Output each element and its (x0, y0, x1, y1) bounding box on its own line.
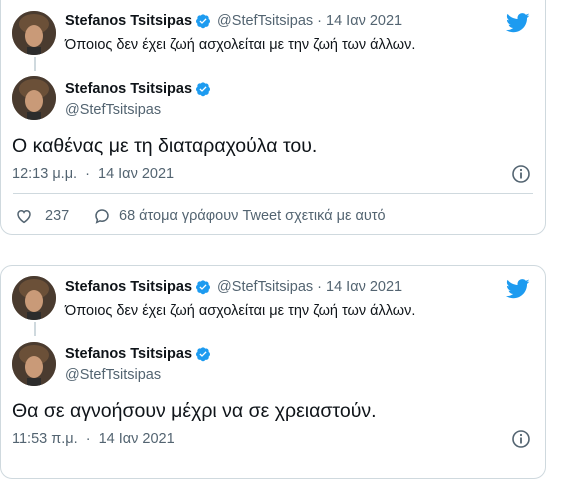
tweet-date[interactable]: 14 Ιαν 2021 (326, 279, 402, 295)
thread-line (34, 322, 36, 336)
avatar[interactable] (12, 276, 56, 320)
tweet-timestamp[interactable]: 12:13 μ.μ. · 14 Ιαν 2021 (12, 166, 174, 182)
tweet-date[interactable]: 14 Ιαν 2021 (326, 13, 402, 29)
tweet-text: Θα σε αγνοήσουν μέχρι να σε χρειαστούν. (12, 400, 377, 422)
quoted-tweet-header: Stefanos Tsitsipas @StefTsitsipas · 14 Ι… (65, 279, 402, 295)
author-name[interactable]: Stefanos Tsitsipas (65, 346, 192, 362)
verified-badge-icon (196, 280, 211, 295)
tweet-date[interactable]: 14 Ιαν 2021 (99, 431, 175, 447)
replies-label: 68 άτομα γράφουν Tweet σχετικά με αυτό (119, 208, 386, 224)
tweet-card-2[interactable]: Stefanos Tsitsipas @StefTsitsipas · 14 Ι… (0, 265, 546, 479)
like-count: 237 (45, 208, 70, 224)
tweet-date[interactable]: 14 Ιαν 2021 (98, 166, 174, 182)
thread-line (34, 57, 36, 71)
like-button[interactable]: 237 (15, 207, 69, 225)
info-icon[interactable] (511, 164, 531, 184)
avatar[interactable] (12, 76, 56, 120)
separator-dot: · (85, 431, 91, 447)
replies-link[interactable]: 68 άτομα γράφουν Tweet σχετικά με αυτό (93, 207, 386, 225)
twitter-bird-icon[interactable] (506, 13, 530, 33)
separator-dot: · (317, 279, 323, 295)
heart-icon (17, 209, 31, 224)
separator-dot: · (85, 166, 90, 182)
author-name[interactable]: Stefanos Tsitsipas (65, 279, 192, 295)
author-handle[interactable]: @StefTsitsipas (65, 102, 161, 118)
divider (13, 193, 533, 194)
author-name[interactable]: Stefanos Tsitsipas (65, 81, 192, 97)
author-handle[interactable]: @StefTsitsipas (217, 279, 313, 295)
tweet-time[interactable]: 11:53 π.μ. (12, 431, 78, 447)
quoted-tweet-header: Stefanos Tsitsipas @StefTsitsipas · 14 Ι… (65, 13, 402, 29)
author-row: Stefanos Tsitsipas (65, 346, 211, 362)
reply-icon (95, 209, 109, 224)
author-name[interactable]: Stefanos Tsitsipas (65, 13, 192, 29)
separator-dot: · (317, 13, 323, 29)
verified-badge-icon (196, 14, 211, 29)
quoted-tweet-text: Όποιος δεν έχει ζωή ασχολείται με την ζω… (65, 37, 416, 53)
tweet-card-1[interactable]: Stefanos Tsitsipas @StefTsitsipas · 14 Ι… (0, 0, 546, 235)
tweet-time[interactable]: 12:13 μ.μ. (12, 166, 77, 182)
info-icon[interactable] (511, 429, 531, 449)
tweet-timestamp[interactable]: 11:53 π.μ. · 14 Ιαν 2021 (12, 431, 175, 447)
author-handle[interactable]: @StefTsitsipas (65, 367, 161, 383)
avatar[interactable] (12, 342, 56, 386)
avatar[interactable] (12, 11, 56, 55)
twitter-bird-icon[interactable] (506, 279, 530, 299)
verified-badge-icon (196, 347, 211, 362)
tweet-text: Ο καθένας με τη διαταραχούλα του. (12, 135, 318, 157)
author-row: Stefanos Tsitsipas (65, 81, 211, 97)
verified-badge-icon (196, 82, 211, 97)
author-handle[interactable]: @StefTsitsipas (217, 13, 313, 29)
quoted-tweet-text: Όποιος δεν έχει ζωή ασχολείται με την ζω… (65, 303, 416, 319)
